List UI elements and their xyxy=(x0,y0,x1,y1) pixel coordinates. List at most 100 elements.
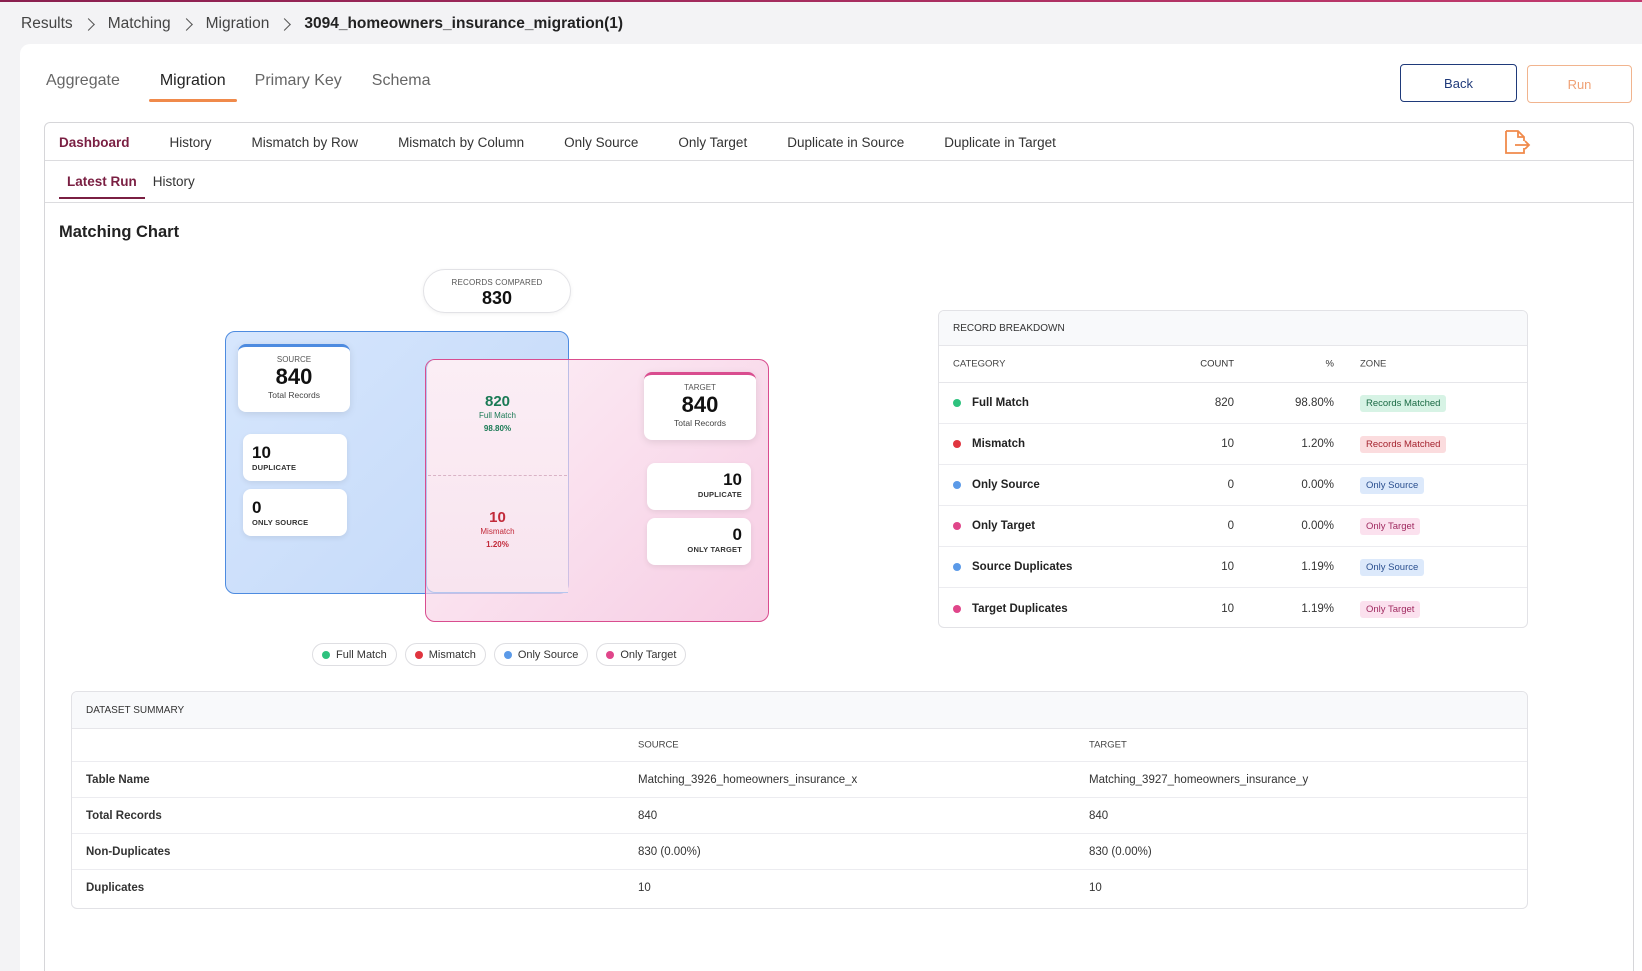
tab-primary-key[interactable]: Primary Key xyxy=(255,66,342,102)
row-category: Source Duplicates xyxy=(972,561,1073,573)
subtab-duplicate-in-target[interactable]: Duplicate in Target xyxy=(944,135,1056,150)
target-total: 840 xyxy=(681,392,719,417)
row-source-value: 10 xyxy=(638,882,651,894)
divider xyxy=(45,202,1633,203)
row-category: Full Match xyxy=(972,397,1029,409)
back-button[interactable]: Back xyxy=(1400,64,1517,102)
only-target-card: 0 ONLY TARGET xyxy=(647,518,751,565)
tab-migration[interactable]: Migration xyxy=(148,66,237,102)
row-count: 0 xyxy=(1227,479,1234,491)
run-tabs: Latest Run History xyxy=(59,161,203,203)
records-compared-pill: RECORDS COMPARED 830 xyxy=(423,269,571,313)
zone-badge: Records Matched xyxy=(1360,436,1447,453)
target-duplicate-value: 10 xyxy=(723,470,742,489)
col-pct: % xyxy=(1325,358,1334,370)
table-row: Target Duplicates 10 1.19% Only Target xyxy=(939,588,1527,627)
legend-only-target[interactable]: Only Target xyxy=(596,643,687,666)
subtab-mismatch-by-column[interactable]: Mismatch by Column xyxy=(398,135,524,150)
zone-badge: Only Target xyxy=(1360,518,1421,535)
runtab-history[interactable]: History xyxy=(145,166,203,199)
top-accent-bar xyxy=(0,0,1642,2)
breadcrumb-matching[interactable]: Matching xyxy=(108,15,171,33)
legend-dot xyxy=(414,650,423,659)
subtab-only-source[interactable]: Only Source xyxy=(564,135,638,150)
breadcrumb-migration[interactable]: Migration xyxy=(206,15,270,33)
status-dot xyxy=(953,399,961,407)
top-tabs: Aggregate Migration Primary Key Schema xyxy=(46,66,460,102)
subtab-only-target[interactable]: Only Target xyxy=(678,135,747,150)
subtab-mismatch-by-row[interactable]: Mismatch by Row xyxy=(252,135,359,150)
table-row: Only Source 0 0.00% Only Source xyxy=(939,465,1527,506)
row-source-value: Matching_3926_homeowners_insurance_x xyxy=(638,773,858,786)
subtab-history[interactable]: History xyxy=(170,135,212,150)
tab-aggregate[interactable]: Aggregate xyxy=(46,66,120,102)
row-count: 10 xyxy=(1221,561,1234,573)
chevron-right-icon xyxy=(179,17,193,31)
source-duplicate-value: 10 xyxy=(252,443,271,462)
row-category: Mismatch xyxy=(972,438,1026,450)
row-target-value: 10 xyxy=(1089,882,1102,894)
zone-badge: Only Target xyxy=(1360,600,1421,618)
subtab-dashboard[interactable]: Dashboard xyxy=(59,135,130,150)
row-source-value: 830 (0.00%) xyxy=(638,845,701,858)
table-row: Total Records 840 840 xyxy=(72,798,1527,834)
full-match-label: Full Match xyxy=(479,411,516,420)
dashboard-panel: Dashboard History Mismatch by Row Mismat… xyxy=(44,122,1634,971)
table-header-row: CATEGORY COUNT % ZONE xyxy=(939,346,1527,383)
source-duplicate-card: 10 DUPLICATE xyxy=(243,434,347,481)
target-duplicate-card: 10 DUPLICATE xyxy=(647,463,751,510)
table-row: Only Target 0 0.00% Only Target xyxy=(939,506,1527,547)
legend-dot xyxy=(322,650,330,659)
legend-only-source[interactable]: Only Source xyxy=(493,643,589,666)
status-dot xyxy=(953,563,961,571)
tab-schema[interactable]: Schema xyxy=(372,66,431,102)
source-total: 840 xyxy=(275,364,313,389)
records-compared-value: 830 xyxy=(481,288,513,308)
row-target-value: 840 xyxy=(1089,809,1109,822)
mismatch-value: 10 xyxy=(489,509,506,526)
breadcrumb-results[interactable]: Results xyxy=(21,15,73,33)
zone-badge: Only Source xyxy=(1360,477,1425,494)
row-pct: 0.00% xyxy=(1301,520,1334,532)
row-target-value: Matching_3927_homeowners_insurance_y xyxy=(1089,773,1309,786)
col-count: COUNT xyxy=(1200,358,1234,370)
col-zone: ZONE xyxy=(1360,358,1387,370)
mismatch-label: Mismatch xyxy=(480,527,515,536)
row-label: Table Name xyxy=(86,773,150,786)
legend-full-match[interactable]: Full Match xyxy=(312,643,397,666)
subtab-duplicate-in-source[interactable]: Duplicate in Source xyxy=(787,135,904,150)
runtab-latest-run[interactable]: Latest Run xyxy=(59,166,145,199)
breadcrumb-current: 3094_homeowners_insurance_migration(1) xyxy=(304,15,624,32)
zone-badge: Records Matched xyxy=(1360,395,1447,412)
table-header-row: SOURCE TARGET xyxy=(72,729,1527,762)
row-pct: 1.19% xyxy=(1301,561,1334,573)
export-file-icon[interactable] xyxy=(1501,129,1531,155)
row-pct: 0.00% xyxy=(1301,479,1334,491)
row-category: Target Duplicates xyxy=(972,602,1068,615)
target-total-card: TARGET 840 Total Records xyxy=(644,372,756,440)
row-pct: 1.20% xyxy=(1301,438,1334,450)
only-target-value: 0 xyxy=(732,525,742,544)
full-match-block: 820 Full Match 98.80% xyxy=(428,393,567,433)
source-duplicate-label: DUPLICATE xyxy=(252,463,297,472)
zone-badge: Only Source xyxy=(1360,559,1425,576)
run-button[interactable]: Run xyxy=(1527,65,1632,103)
row-pct: 98.80% xyxy=(1294,397,1334,409)
divider xyxy=(45,160,1633,161)
status-dot xyxy=(953,604,961,613)
legend-label: Full Match xyxy=(336,648,387,661)
chart-legend: Full Match Mismatch Only Source Only Tar… xyxy=(312,643,694,666)
mismatch-block: 10 Mismatch 1.20% xyxy=(428,509,567,549)
status-dot xyxy=(953,522,961,530)
full-match-value: 820 xyxy=(484,393,511,410)
table-row: Table Name Matching_3926_homeowners_insu… xyxy=(72,762,1527,798)
legend-label: Mismatch xyxy=(428,648,476,661)
legend-dot xyxy=(606,650,615,659)
records-compared-label: RECORDS COMPARED xyxy=(451,278,543,287)
legend-mismatch[interactable]: Mismatch xyxy=(404,643,486,666)
table-row: Mismatch 10 1.20% Records Matched xyxy=(939,424,1527,465)
only-source-value: 0 xyxy=(252,498,262,517)
row-count: 10 xyxy=(1221,438,1234,450)
record-breakdown-table: RECORD BREAKDOWN CATEGORY COUNT % ZONE F… xyxy=(938,310,1528,628)
col-target: TARGET xyxy=(1089,739,1127,751)
